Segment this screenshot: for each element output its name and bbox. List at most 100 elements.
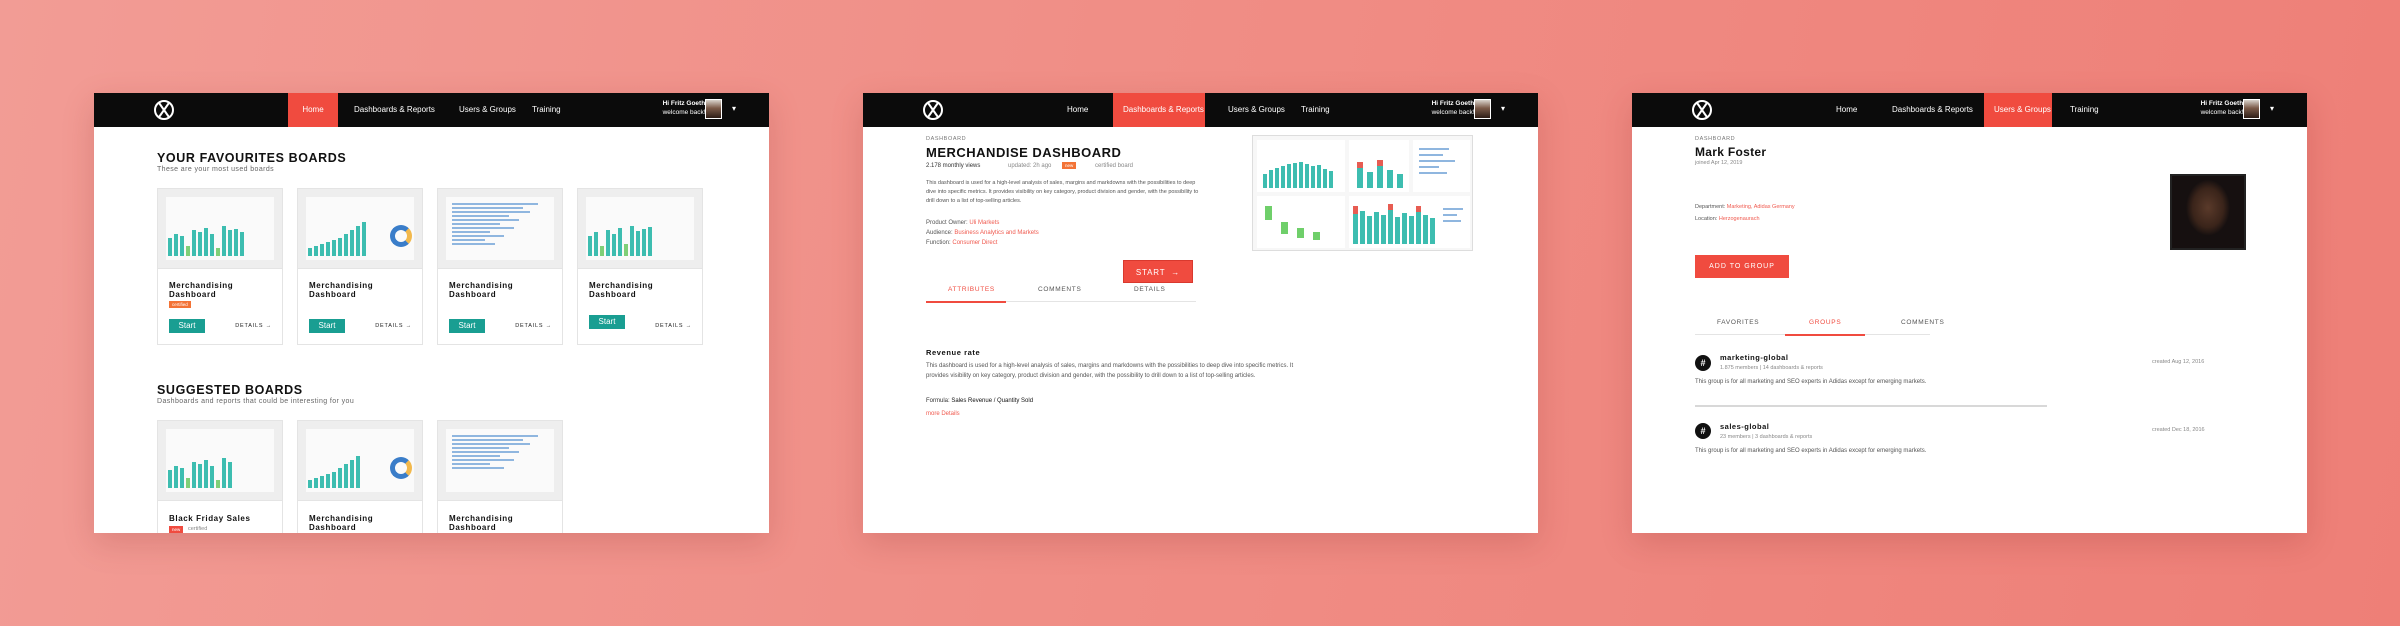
- details-link[interactable]: DETAILS →: [375, 323, 412, 329]
- description: This dashboard is used for a high-level …: [926, 180, 1199, 204]
- add-to-group-button[interactable]: ADD TO GROUP: [1695, 255, 1789, 278]
- views-count: 2.178 monthly views: [926, 163, 981, 169]
- details-label: DETAILS: [235, 323, 264, 329]
- card-title: Merchandising Dashboard: [169, 281, 234, 299]
- chevron-down-icon[interactable]: ▾: [1501, 104, 1505, 113]
- location-link[interactable]: Herzogenaurach: [1719, 216, 1760, 222]
- owner-link[interactable]: Uli Markets: [969, 220, 999, 226]
- group-meta: 23 members | 3 dashboards & reports: [1720, 434, 1813, 440]
- nav-home[interactable]: Home: [1057, 93, 1098, 127]
- hashtag-icon: #: [1695, 423, 1711, 439]
- nav-dashboards-reports[interactable]: Dashboards & Reports: [344, 93, 445, 127]
- start-button[interactable]: Start: [449, 319, 485, 333]
- nav-home[interactable]: Home: [1826, 93, 1867, 127]
- nav-home[interactable]: Home: [288, 93, 338, 127]
- card-title: Merchandising Dashboard: [449, 281, 514, 299]
- formula: Formula: Sales Revenue / Quantity Sold: [926, 398, 1033, 404]
- function-link[interactable]: Consumer Direct: [952, 240, 997, 246]
- dashboard-thumbnail: [438, 189, 562, 269]
- avatar[interactable]: [705, 99, 722, 119]
- user-greeting: Hi Fritz Goeth, welcome back!: [663, 99, 707, 117]
- tab-details[interactable]: DETAILS: [1134, 286, 1166, 293]
- tab-favorites[interactable]: FAVORITES: [1717, 319, 1759, 326]
- group-created-date: created Dec 18, 2016: [2152, 427, 2205, 433]
- avatar[interactable]: [2243, 99, 2260, 119]
- nav-dashboards-reports[interactable]: Dashboards & Reports: [1113, 93, 1205, 127]
- chevron-down-icon[interactable]: ▾: [2270, 104, 2274, 113]
- favourites-title: YOUR FAVOURITES BOARDS: [157, 151, 347, 165]
- tab-attributes[interactable]: ATTRIBUTES: [948, 286, 995, 293]
- start-button[interactable]: Start: [589, 315, 625, 329]
- details-link[interactable]: DETAILS →: [655, 323, 692, 329]
- details-link[interactable]: DETAILS →: [235, 323, 272, 329]
- arrow-right-icon: →: [265, 323, 272, 329]
- nav-users-groups[interactable]: Users & Groups: [1984, 93, 2052, 127]
- dashboard-thumbnail: [298, 189, 422, 269]
- nav-training[interactable]: Training: [2060, 93, 2109, 127]
- card-title: Merchandising Dashboard: [589, 281, 654, 299]
- nav-dashboards-reports[interactable]: Dashboards & Reports: [1882, 93, 1983, 127]
- department: Department: Marketing, Adidas Germany: [1695, 204, 1795, 210]
- suggested-card[interactable]: Merchandising Dashboard: [297, 420, 423, 533]
- home-screen: Home Dashboards & Reports Users & Groups…: [94, 93, 769, 533]
- dashboard-preview[interactable]: [1252, 135, 1473, 251]
- greeting-line2: welcome back!: [662, 109, 706, 116]
- top-navbar: Home Dashboards & Reports Users & Groups…: [94, 93, 769, 127]
- user-greeting: Hi Fritz Goeth, welcome back!: [2201, 99, 2245, 117]
- audience-link[interactable]: Business Analytics and Markets: [954, 230, 1038, 236]
- card-title: Black Friday Sales: [169, 514, 251, 523]
- dashboard-thumbnail: [158, 421, 282, 501]
- brand-logo[interactable]: [923, 100, 943, 120]
- user-profile-screen: Home Dashboards & Reports Users & Groups…: [1632, 93, 2307, 533]
- nav-training[interactable]: Training: [1291, 93, 1340, 127]
- department-label: Department:: [1695, 204, 1726, 210]
- function-label: Function:: [926, 240, 951, 246]
- profile-photo: [2170, 174, 2246, 250]
- card-title: Merchandising Dashboard: [449, 514, 514, 532]
- brand-logo[interactable]: [154, 100, 174, 120]
- start-button[interactable]: Start: [309, 319, 345, 333]
- joined-date: joined Apr 12, 2019: [1695, 160, 1743, 166]
- details-label: DETAILS: [515, 323, 544, 329]
- tab-active-indicator: [926, 301, 1006, 303]
- updated-time: updated: 2h ago: [1008, 163, 1052, 169]
- suggested-card[interactable]: Merchandising Dashboard: [437, 420, 563, 533]
- product-owner: Product Owner: Uli Markets: [926, 220, 999, 226]
- audience-label: Audience:: [926, 230, 953, 236]
- start-button[interactable]: Start: [169, 319, 205, 333]
- group-name[interactable]: sales-global: [1720, 422, 1769, 431]
- tabs: FAVORITES GROUPS COMMENTS: [1695, 313, 1944, 336]
- details-link[interactable]: DETAILS →: [515, 323, 552, 329]
- nav-training[interactable]: Training: [522, 93, 571, 127]
- tab-groups[interactable]: GROUPS: [1809, 319, 1841, 326]
- greeting-line2: welcome back!: [1431, 109, 1475, 116]
- favourite-card[interactable]: Merchandising Dashboard Start DETAILS →: [297, 188, 423, 345]
- tab-comments[interactable]: COMMENTS: [1901, 319, 1945, 326]
- favourite-card[interactable]: Merchandising Dashboard Start DETAILS →: [437, 188, 563, 345]
- avatar[interactable]: [1474, 99, 1491, 119]
- start-label: START: [1135, 268, 1166, 277]
- audience: Audience: Business Analytics and Markets: [926, 230, 1039, 236]
- brand-logo[interactable]: [1692, 100, 1712, 120]
- nav-users-groups[interactable]: Users & Groups: [449, 93, 526, 127]
- user-name: Mark Foster: [1695, 145, 1767, 159]
- nav-users-groups[interactable]: Users & Groups: [1218, 93, 1295, 127]
- page-title: MERCHANDISE DASHBOARD: [926, 145, 1122, 160]
- suggested-card[interactable]: Black Friday Sales new certified: [157, 420, 283, 533]
- chevron-down-icon[interactable]: ▾: [732, 104, 736, 113]
- group-name[interactable]: marketing-global: [1720, 353, 1788, 362]
- user-greeting: Hi Fritz Goeth, welcome back!: [1432, 99, 1476, 117]
- formula-label: Formula:: [926, 398, 950, 404]
- tab-comments[interactable]: COMMENTS: [1038, 286, 1082, 293]
- card-title: Merchandising Dashboard: [309, 281, 374, 299]
- more-details-link[interactable]: more Details: [926, 411, 960, 417]
- details-label: DETAILS: [375, 323, 404, 329]
- group-description: This group is for all marketing and SEO …: [1695, 379, 1927, 385]
- group-created-date: created Aug 12, 2016: [2152, 359, 2205, 365]
- department-link[interactable]: Marketing, Adidas Germany: [1727, 204, 1795, 210]
- favourite-card[interactable]: Merchandising Dashboard Start DETAILS →: [577, 188, 703, 345]
- certified-tag: certified: [188, 526, 208, 532]
- dashboard-thumbnail: [298, 421, 422, 501]
- formula-value: Sales Revenue / Quantity Sold: [951, 398, 1034, 404]
- favourite-card[interactable]: Merchandising Dashboard certified Start …: [157, 188, 283, 345]
